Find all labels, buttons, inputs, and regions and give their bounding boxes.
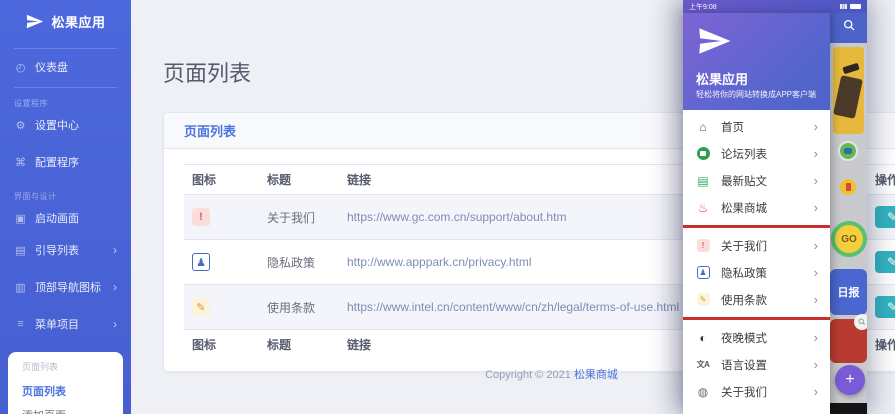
copyright-brand-link[interactable]: 松果商城: [574, 369, 618, 381]
sidebar-item-dashboard[interactable]: ◴ 仪表盘: [0, 53, 131, 81]
divider: [14, 87, 117, 88]
chevron-right-icon: ›: [813, 265, 818, 280]
sidebar-item-splash-screen[interactable]: ▣ 启动画面: [0, 204, 131, 232]
privacy-id-icon: ♟: [696, 266, 710, 279]
drawer-item-about[interactable]: ! 关于我们 ›: [683, 232, 830, 259]
red-divider-line: [683, 317, 830, 320]
app-icon-yellow[interactable]: [840, 179, 856, 195]
drawer-item-mall[interactable]: ♨ 松果商城 ›: [683, 194, 830, 221]
night-mode-icon: ◐: [699, 330, 707, 345]
search-bubble-icon[interactable]: [854, 314, 867, 330]
chevron-right-icon: ›: [813, 146, 818, 161]
drawer-item-home[interactable]: ⌂ 首页 ›: [683, 113, 830, 140]
mall-icon: ♨: [697, 200, 709, 215]
chevron-right-icon: ›: [813, 200, 818, 215]
app-banner-image[interactable]: [833, 47, 864, 134]
col-header-title: 标题: [259, 164, 339, 195]
language-icon: 文A: [696, 360, 710, 369]
brand-name: 松果应用: [51, 14, 106, 30]
col-header-icon: 图标: [184, 164, 259, 195]
submenu-heading: 页面列表: [22, 362, 59, 372]
edit-button[interactable]: ✎: [875, 206, 895, 228]
status-time: 上午9:08: [689, 3, 717, 11]
submenu-item-add-page[interactable]: 添加页面: [22, 403, 109, 414]
col-footer-action: 操作: [867, 329, 895, 359]
app-icon-green[interactable]: [838, 141, 858, 161]
drawer-app-name: 松果应用: [696, 72, 749, 87]
list-icon: ▤: [15, 244, 26, 257]
chevron-right-icon: ›: [813, 173, 818, 188]
daily-tile[interactable]: 日报: [830, 269, 867, 315]
chevron-right-icon: ›: [813, 330, 818, 345]
chevron-right-icon: ›: [813, 119, 818, 134]
dashboard-icon: ◴: [15, 61, 26, 74]
chevron-right-icon: ›: [813, 357, 818, 372]
drawer-item-terms[interactable]: ✎ 使用条款 ›: [683, 286, 830, 313]
add-fab-button[interactable]: +: [835, 365, 865, 395]
red-divider-line: [683, 225, 830, 228]
sidebar-item-settings-center[interactable]: ⚙ 设置中心: [0, 111, 131, 139]
sidebar-section-design: 界面与设计: [14, 192, 57, 201]
signal-icon: [840, 4, 847, 9]
chevron-right-icon: ›: [813, 238, 818, 253]
submenu-item-page-list[interactable]: 页面列表: [22, 379, 109, 403]
red-tile[interactable]: [830, 314, 867, 363]
nav-icons-icon: ▥: [15, 281, 26, 294]
sidebar-item-top-nav-icons[interactable]: ▥ 顶部导航图标 ›: [0, 273, 131, 301]
chevron-right-icon: ›: [113, 243, 117, 257]
about-info-icon: !: [192, 208, 210, 226]
page-title-cell: 隐私政策: [259, 239, 339, 285]
search-icon[interactable]: [843, 19, 856, 37]
phone-preview: 上午9:08 GO 日报 + 松果应用 轻松将你的网站转换成APP客户端 ⌂ 首…: [683, 0, 867, 414]
battery-icon: [850, 4, 861, 9]
paper-plane-logo-icon: [25, 12, 44, 31]
col-footer-icon: 图标: [184, 329, 259, 359]
terms-note-icon: ✎: [696, 293, 710, 306]
chevron-right-icon: ›: [113, 317, 117, 331]
drawer-item-about-app[interactable]: ◍ 关于我们 ›: [683, 378, 830, 405]
admin-sidebar: 松果应用 ◴ 仪表盘 设置程序 ⚙ 设置中心 ⌘ 配置程序 界面与设计 ▣ 启动…: [0, 0, 131, 414]
go-button[interactable]: GO: [831, 221, 867, 257]
image-icon: ▣: [15, 212, 26, 225]
terms-note-icon: ✎: [192, 298, 210, 316]
drawer-tagline: 轻松将你的网站转换成APP客户端: [696, 90, 817, 99]
paper-plane-logo-icon: [696, 23, 732, 64]
info-circle-icon: ◍: [697, 384, 709, 399]
drawer-item-latest-posts[interactable]: ▤ 最新贴文 ›: [683, 167, 830, 194]
sidebar-item-menu-items[interactable]: ≡ 菜单项目 ›: [0, 310, 131, 338]
drawer-item-language[interactable]: 文A 语言设置 ›: [683, 351, 830, 378]
sidebar-section-setup: 设置程序: [14, 99, 48, 108]
config-icon: ⌘: [15, 156, 26, 169]
sidebar-brand[interactable]: 松果应用: [0, 0, 131, 42]
chevron-right-icon: ›: [813, 384, 818, 399]
privacy-id-icon: ♟: [192, 253, 210, 271]
drawer-item-privacy[interactable]: ♟ 隐私政策 ›: [683, 259, 830, 286]
sidebar-item-guide-list[interactable]: ▤ 引导列表 ›: [0, 236, 131, 264]
drawer-item-night-mode[interactable]: ◐ 夜晚模式 ›: [683, 324, 830, 351]
about-info-icon: !: [696, 239, 710, 252]
phone-status-bar: 上午9:08: [683, 0, 867, 13]
forum-icon: [696, 147, 710, 160]
edit-button[interactable]: ✎: [875, 296, 895, 318]
menu-icon: ≡: [17, 318, 24, 330]
page-title-cell: 关于我们: [259, 194, 339, 240]
sidebar-submenu: 页面列表 页面列表 添加页面: [8, 352, 123, 414]
gear-icon: ⚙: [15, 119, 26, 132]
home-icon: ⌂: [699, 119, 707, 134]
nav-drawer: 松果应用 轻松将你的网站转换成APP客户端 ⌂ 首页 › 论坛列表 › ▤ 最新…: [683, 13, 830, 414]
edit-button[interactable]: ✎: [875, 251, 895, 273]
posts-icon: ▤: [697, 173, 709, 188]
page-title-cell: 使用条款: [259, 284, 339, 330]
drawer-header: 松果应用 轻松将你的网站转换成APP客户端: [683, 13, 830, 110]
chevron-right-icon: ›: [813, 292, 818, 307]
col-header-action: 操作: [867, 164, 895, 195]
page-title: 页面列表: [163, 61, 252, 86]
divider: [14, 48, 117, 49]
sidebar-item-configure-app[interactable]: ⌘ 配置程序: [0, 148, 131, 176]
col-footer-title: 标题: [259, 329, 339, 359]
drawer-item-forum-list[interactable]: 论坛列表 ›: [683, 140, 830, 167]
chevron-right-icon: ›: [113, 280, 117, 294]
